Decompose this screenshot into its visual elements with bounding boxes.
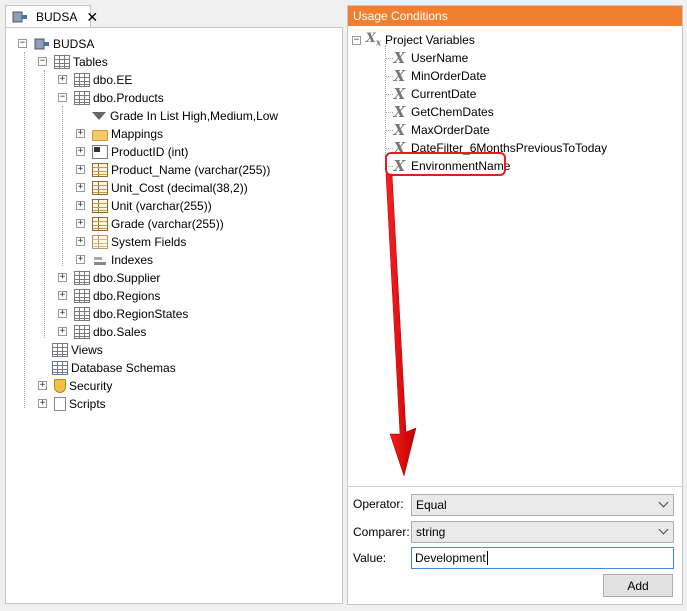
comparer-value: string	[416, 525, 446, 539]
variable-label: MaxOrderDate	[411, 123, 490, 137]
tree-root-budsa[interactable]: − BUDSA	[18, 35, 94, 53]
tree-item-column[interactable]: + Unit (varchar(255))	[76, 197, 212, 215]
tree-item-table[interactable]: + dbo.Sales	[58, 323, 146, 341]
collapse-icon[interactable]: −	[18, 39, 27, 48]
tree-item-table[interactable]: − dbo.Products	[58, 89, 164, 107]
variable-label: UserName	[411, 51, 469, 65]
column-icon	[92, 199, 108, 213]
variable-icon: X	[393, 85, 406, 103]
variable-item-currentdate[interactable]: X CurrentDate	[391, 85, 477, 103]
form-divider	[347, 486, 683, 487]
column-icon	[92, 181, 108, 195]
schemas-icon	[52, 361, 68, 375]
tree-item-filter[interactable]: Grade In List High,Medium,Low	[92, 107, 278, 125]
tree-item-security[interactable]: + Security	[38, 377, 112, 395]
tree-item-tables[interactable]: − Tables	[38, 53, 108, 71]
comparer-label: Comparer:	[353, 525, 410, 539]
expand-icon[interactable]: +	[76, 219, 85, 228]
tree-item-scripts[interactable]: + Scripts	[38, 395, 106, 413]
table-icon	[74, 325, 90, 339]
variable-icon: X	[393, 67, 406, 85]
table-icon	[74, 91, 90, 105]
value-input[interactable]: Development	[411, 547, 674, 569]
tree-item-indexes[interactable]: + Indexes	[76, 251, 153, 269]
expand-icon[interactable]: +	[76, 129, 85, 138]
column-icon	[92, 217, 108, 231]
variable-label: GetChemDates	[411, 105, 494, 119]
expand-icon[interactable]: +	[38, 381, 47, 390]
tree-item-column[interactable]: + ProductID (int)	[76, 143, 188, 161]
tree-item-column[interactable]: + Product_Name (varchar(255))	[76, 161, 270, 179]
variable-item-username[interactable]: X UserName	[391, 49, 469, 67]
table-icon	[74, 73, 90, 87]
expand-icon[interactable]: +	[58, 309, 67, 318]
system-fields-icon	[92, 235, 108, 249]
expand-icon[interactable]: +	[76, 183, 85, 192]
tree-item-system-fields[interactable]: + System Fields	[76, 233, 186, 251]
expand-icon[interactable]: +	[38, 399, 47, 408]
variable-icon: X	[393, 121, 406, 139]
expand-icon[interactable]: +	[58, 291, 67, 300]
tab-title: BUDSA	[36, 9, 78, 24]
variable-item-maxorderdate[interactable]: X MaxOrderDate	[391, 121, 490, 139]
red-arrow-annotation	[385, 173, 417, 477]
variables-group-icon: Xx	[365, 31, 382, 49]
usage-conditions-header: Usage Conditions	[348, 6, 682, 26]
database-icon	[34, 37, 50, 51]
operator-value: Equal	[416, 498, 447, 512]
variable-label: MinOrderDate	[411, 69, 487, 83]
expand-icon[interactable]: +	[76, 201, 85, 210]
variable-label: CurrentDate	[411, 87, 477, 101]
views-icon	[52, 343, 68, 357]
table-icon	[74, 289, 90, 303]
collapse-icon[interactable]: −	[58, 93, 67, 102]
tree-item-column[interactable]: + Unit_Cost (decimal(38,2))	[76, 179, 248, 197]
variable-item-minorderdate[interactable]: X MinOrderDate	[391, 67, 487, 85]
variable-icon: X	[393, 49, 406, 67]
explorer-tree-panel: − BUDSA − Tables + dbo.EE − dbo.Products…	[5, 27, 343, 604]
expand-icon[interactable]: +	[76, 165, 85, 174]
database-icon	[12, 10, 28, 24]
expand-icon[interactable]: +	[76, 237, 85, 246]
expand-icon[interactable]: +	[58, 75, 67, 84]
tree-item-views[interactable]: Views	[52, 341, 103, 359]
tree-item-table[interactable]: + dbo.Supplier	[58, 269, 160, 287]
operator-select[interactable]: Equal	[411, 494, 674, 516]
indexes-icon	[92, 253, 108, 267]
folder-icon	[92, 129, 108, 141]
text-caret	[486, 551, 488, 565]
tables-folder-icon	[54, 55, 70, 69]
expand-icon[interactable]: +	[76, 255, 85, 264]
primary-key-icon	[92, 145, 108, 159]
shield-icon	[54, 379, 66, 393]
tree-item-database-schemas[interactable]: Database Schemas	[52, 359, 176, 377]
tree-item-project-variables[interactable]: − Xx Project Variables	[352, 31, 475, 49]
value-label: Value:	[353, 551, 387, 565]
collapse-icon[interactable]: −	[38, 57, 47, 66]
expand-icon[interactable]: +	[76, 147, 85, 156]
close-tab-icon[interactable]: ✕	[86, 10, 98, 24]
tree-item-table[interactable]: + dbo.EE	[58, 71, 132, 89]
tree-item-column[interactable]: + Grade (varchar(255))	[76, 215, 224, 233]
value-text: Development	[415, 551, 486, 565]
collapse-icon[interactable]: −	[352, 35, 361, 45]
chevron-down-icon	[658, 524, 669, 535]
expand-icon[interactable]: +	[58, 327, 67, 336]
script-icon	[54, 397, 66, 411]
tree-item-table[interactable]: + dbo.Regions	[58, 287, 160, 305]
variable-item-getchemdates[interactable]: X GetChemDates	[391, 103, 494, 121]
filter-icon	[92, 112, 106, 120]
add-button[interactable]: Add	[603, 574, 673, 597]
chevron-down-icon	[658, 497, 669, 508]
table-icon	[74, 307, 90, 321]
variable-icon: X	[393, 103, 406, 121]
comparer-select[interactable]: string	[411, 521, 674, 543]
table-icon	[74, 271, 90, 285]
tree-item-mappings[interactable]: + Mappings	[76, 125, 163, 143]
budsa-tab[interactable]: BUDSA ✕	[5, 5, 98, 27]
operator-label: Operator:	[353, 497, 404, 511]
tree-item-table[interactable]: + dbo.RegionStates	[58, 305, 188, 323]
column-icon	[92, 163, 108, 177]
expand-icon[interactable]: +	[58, 273, 67, 282]
